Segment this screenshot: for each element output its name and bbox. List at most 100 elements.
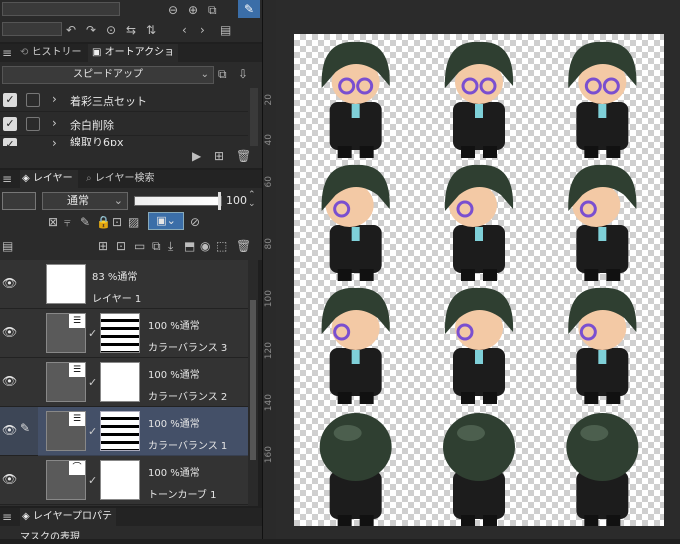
fit-icon[interactable]: ⧉ <box>208 2 217 18</box>
rotate-right-icon[interactable]: ↷ <box>86 22 96 38</box>
canvas[interactable] <box>294 34 664 526</box>
combine-icon[interactable]: ⬒ <box>184 238 195 254</box>
clip-icon[interactable]: ⊠ <box>48 214 58 230</box>
action-label: 線取り6px <box>70 136 124 146</box>
chevron-right-icon[interactable]: › <box>52 136 57 146</box>
hide-icon[interactable]: ⊘ <box>190 214 200 230</box>
check-icon[interactable]: ✓ <box>3 117 17 131</box>
layer-row[interactable]: 👁 ☰ ✓ 100 %通常 カラーバランス 2 <box>0 358 248 407</box>
check-icon[interactable]: ✓ <box>3 138 17 146</box>
color-swatch[interactable] <box>2 192 36 210</box>
leg-shape <box>483 392 497 404</box>
copy-icon[interactable]: ⧉ <box>218 66 227 82</box>
panel-menu-icon[interactable]: ≡ <box>2 509 12 525</box>
import-icon[interactable]: ⇩ <box>238 66 248 82</box>
scrollbar[interactable] <box>250 88 258 146</box>
flip-vertical-icon[interactable]: ⇅ <box>146 22 156 38</box>
eye-icon[interactable]: 👁 <box>2 325 17 339</box>
correction-layer-thumbnail: ☰ <box>46 362 86 402</box>
layer-name[interactable]: レイヤー 1 <box>92 290 141 305</box>
zoom-in-icon[interactable]: ⊕ <box>188 2 198 18</box>
draft-icon[interactable]: ✎ <box>80 214 90 230</box>
lock-alpha-icon[interactable]: ⊡ <box>112 214 122 230</box>
flip-icon[interactable]: ⇆ <box>126 22 136 38</box>
reference-icon[interactable]: ⫧ <box>64 214 71 230</box>
add-action-icon[interactable]: ⊞ <box>214 148 224 164</box>
layer-row[interactable]: 👁 ⌒ ✓ 100 %通常 トーンカーブ 1 <box>0 456 248 505</box>
leg-shape <box>337 269 352 281</box>
layer-name[interactable]: カラーバランス 2 <box>148 388 227 403</box>
chevron-right-icon[interactable]: › <box>52 116 57 130</box>
mask-icon[interactable]: ▨ <box>128 214 139 230</box>
folder-icon[interactable]: ▤ <box>220 22 231 38</box>
brush-size-field[interactable] <box>2 2 120 16</box>
eyedropper-icon[interactable]: ✎ <box>238 0 260 18</box>
eye-icon[interactable]: 👁 <box>2 472 17 486</box>
play-icon[interactable]: ▶ <box>192 148 201 164</box>
layer-name[interactable]: トーンカーブ 1 <box>148 486 216 501</box>
new-raster-layer-icon[interactable]: ⊞ <box>98 238 108 254</box>
merge-down-icon[interactable]: ⤓ <box>168 238 173 254</box>
copy-layer-icon[interactable]: ⧉ <box>152 238 161 254</box>
layer-name[interactable]: カラーバランス 1 <box>148 437 227 452</box>
list-item[interactable]: ✓ › 着彩三点セット <box>0 88 248 112</box>
tie-shape <box>598 350 607 364</box>
toggle-box[interactable] <box>26 117 40 131</box>
canvas-workspace <box>276 0 680 539</box>
next-icon[interactable]: › <box>200 22 205 38</box>
opacity-slider[interactable] <box>134 196 222 206</box>
tab-layer-search[interactable]: ⌕ レイヤー検索 <box>86 170 166 188</box>
layer-row[interactable]: 👁 83 %通常 レイヤー 1 <box>0 260 248 309</box>
edit-slot[interactable] <box>20 274 34 288</box>
layer-row[interactable]: 👁 ☰ ✓ 100 %通常 カラーバランス 3 <box>0 309 248 358</box>
tie-shape <box>351 104 360 118</box>
reset-rotation-icon[interactable]: ⊙ <box>106 22 116 38</box>
apply-mask-icon[interactable]: ⬚ <box>216 238 227 254</box>
eye-icon[interactable]: 👁 <box>2 276 17 290</box>
opacity-handle[interactable] <box>218 192 221 210</box>
layer-color-button[interactable]: ▣⌄ <box>148 212 184 230</box>
rotate-left-icon[interactable]: ↶ <box>66 22 76 38</box>
leg-shape <box>483 146 497 158</box>
tab-auto-action[interactable]: ▣ オートアクション <box>88 44 178 76</box>
chevron-right-icon[interactable]: › <box>52 92 57 106</box>
auto-action-set-dropdown[interactable]: スピードアップ ⌄ <box>2 66 214 84</box>
list-item[interactable]: ✓ › 線取り6px <box>0 136 248 146</box>
layer-row-selected[interactable]: 👁 ✎ ☰ ✓ 100 %通常 カラーバランス 1 <box>0 407 248 456</box>
mask-thumbnail[interactable] <box>100 313 140 353</box>
search-icon: ⌕ <box>86 173 95 184</box>
panel-menu-icon[interactable]: ≡ <box>2 45 12 61</box>
tab-layer-property[interactable]: ◈ レイヤープロパティ <box>20 508 116 540</box>
mask-create-icon[interactable]: ◉ <box>200 238 210 254</box>
stepper-icon[interactable]: ⌃ ⌄ <box>248 191 256 209</box>
check-icon[interactable]: ✓ <box>3 93 17 107</box>
blend-mode-select[interactable]: 通常 ⌄ <box>42 192 128 210</box>
tab-layer[interactable]: ◈ レイヤー <box>20 170 78 188</box>
mask-thumbnail[interactable] <box>100 362 140 402</box>
mask-thumbnail[interactable] <box>100 411 140 451</box>
delete-layer-icon[interactable]: 🗑 <box>236 238 251 254</box>
panel-menu-icon[interactable]: ≡ <box>2 171 12 187</box>
toggle-box[interactable] <box>26 93 40 107</box>
prev-icon[interactable]: ‹ <box>182 22 187 38</box>
layer-name[interactable]: カラーバランス 3 <box>148 339 227 354</box>
layer-menu-icon[interactable]: ▤ <box>2 238 13 254</box>
eye-icon[interactable]: 👁 <box>2 423 17 437</box>
mask-thumbnail[interactable] <box>100 460 140 500</box>
tab-history[interactable]: ⟲ ヒストリー <box>20 44 84 62</box>
zoom-out-icon[interactable]: ⊖ <box>168 2 178 18</box>
hair-highlight <box>333 425 362 441</box>
scrollbar-thumb[interactable] <box>250 300 256 460</box>
lock-icon[interactable]: 🔒 <box>96 214 111 230</box>
opacity-value[interactable]: 100 <box>226 194 247 207</box>
link-check-icon: ✓ <box>88 327 98 340</box>
eye-icon[interactable]: 👁 <box>2 374 17 388</box>
list-item[interactable]: ✓ › 余白削除 <box>0 112 248 136</box>
hair-shape <box>319 413 392 481</box>
new-folder-icon[interactable]: ▭ <box>134 238 145 254</box>
zoom-field[interactable] <box>2 22 62 36</box>
layer-list: 👁 83 %通常 レイヤー 1 👁 ☰ ✓ 100 %通常 カラーバランス 3 … <box>0 260 248 506</box>
new-vector-layer-icon[interactable]: ⊡ <box>116 238 126 254</box>
delete-icon[interactable]: 🗑 <box>236 148 251 164</box>
layer-scrollbar[interactable] <box>248 260 258 506</box>
